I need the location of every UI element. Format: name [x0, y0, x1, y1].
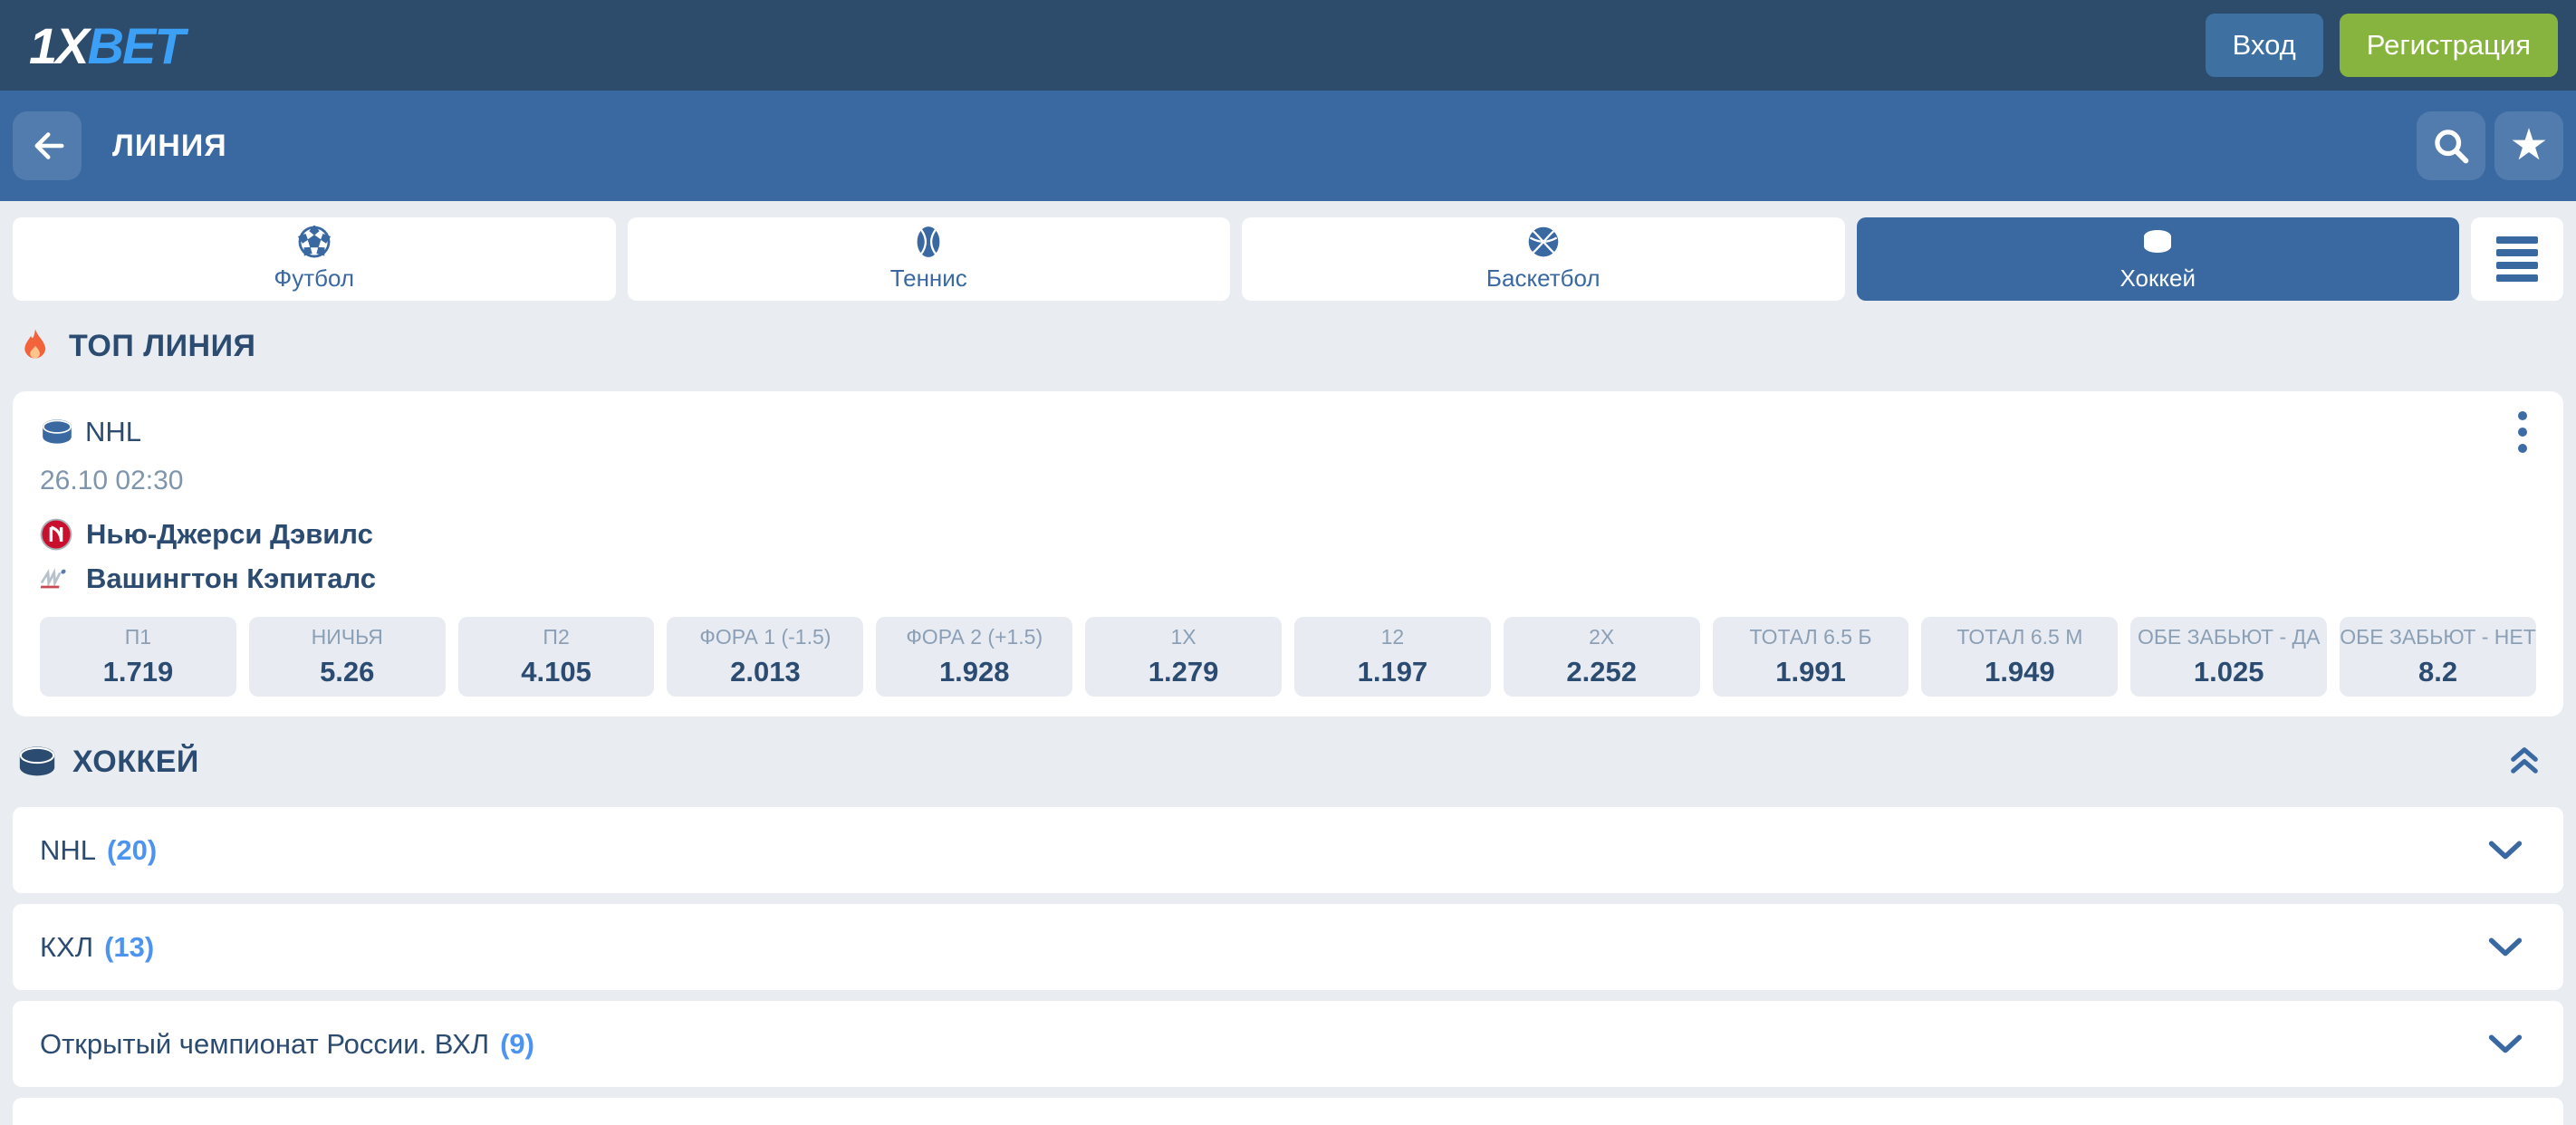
league-row-mhl[interactable]: Открытый чемпионат России. МХЛ (5)	[13, 1098, 2563, 1125]
tab-football[interactable]: Футбол	[13, 217, 616, 301]
tab-label: Теннис	[890, 264, 967, 293]
tennis-icon	[912, 226, 945, 258]
odd-button-p1[interactable]: П1 1.719	[40, 617, 236, 697]
back-arrow-icon	[29, 128, 65, 164]
league-row-nhl[interactable]: NHL (20)	[13, 807, 2563, 893]
odd-button-both-score-no[interactable]: ОБЕ ЗАБЬЮТ - НЕТ 8.2	[2340, 617, 2536, 697]
chevron-down-icon	[2487, 841, 2523, 861]
favorites-button[interactable]: ★	[2494, 111, 2563, 180]
hockey-section-title: ХОККЕЙ	[72, 745, 2502, 780]
odd-button-handicap2[interactable]: ФОРА 2 (+1.5) 1.928	[876, 617, 1072, 697]
logo-bet: BET	[88, 17, 184, 74]
team-name: Вашингтон Кэпиталс	[86, 562, 376, 595]
washington-capitals-logo	[40, 562, 72, 595]
nav-bar: ЛИНИЯ ★	[0, 91, 2576, 201]
star-icon: ★	[2509, 124, 2548, 168]
kebab-menu-icon	[2518, 411, 2527, 420]
top-line-title: ТОП ЛИНИЯ	[69, 329, 2560, 364]
logo-1x: 1X	[29, 17, 88, 74]
odd-button-total-under[interactable]: ТОТАЛ 6.5 М 1.949	[1921, 617, 2118, 697]
app-root: 1XBET Вход Регистрация ЛИНИЯ ★ Футбол	[0, 0, 2576, 1125]
match-card: NHL 26.10 02:30 Нью-Джерси Дэвилс Вашинг…	[13, 391, 2563, 716]
page-title: ЛИНИЯ	[112, 129, 2417, 164]
league-row-vhl[interactable]: Открытый чемпионат России. ВХЛ (9)	[13, 1001, 2563, 1087]
team-row-away[interactable]: Вашингтон Кэпиталс	[40, 562, 2536, 595]
odd-button-handicap1[interactable]: ФОРА 1 (-1.5) 2.013	[667, 617, 863, 697]
hamburger-menu-icon	[2496, 236, 2538, 282]
search-icon	[2432, 127, 2470, 165]
tab-label: Баскетбол	[1486, 264, 1600, 293]
login-button[interactable]: Вход	[2206, 14, 2323, 77]
match-menu-button[interactable]	[2509, 406, 2536, 458]
fire-icon	[16, 323, 54, 370]
brand-logo[interactable]: 1XBET	[29, 16, 184, 75]
chevron-down-icon	[2487, 1034, 2523, 1054]
odd-button-total-over[interactable]: ТОТАЛ 6.5 Б 1.991	[1713, 617, 1909, 697]
tab-hockey[interactable]: Хоккей	[1857, 217, 2460, 301]
team-row-home[interactable]: Нью-Джерси Дэвилс	[40, 518, 2536, 551]
back-button[interactable]	[13, 111, 82, 180]
league-list: NHL (20) КХЛ (13) Открытый чемпионат Рос…	[13, 807, 2563, 1125]
nav-actions: ★	[2417, 111, 2563, 180]
match-head: NHL	[40, 406, 2536, 458]
auth-actions: Вход Регистрация	[2206, 14, 2558, 77]
odds-row: П1 1.719 НИЧЬЯ 5.26 П2 4.105 ФОРА 1 (-1.…	[40, 617, 2536, 697]
odd-button-1x[interactable]: 1X 1.279	[1085, 617, 1282, 697]
football-icon	[298, 226, 331, 258]
hockey-section-header: ХОККЕЙ	[0, 716, 2576, 807]
match-league-name: NHL	[85, 416, 141, 448]
odd-button-2x[interactable]: 2X 2.252	[1504, 617, 1700, 697]
new-jersey-devils-logo	[40, 518, 72, 551]
tab-tennis[interactable]: Теннис	[628, 217, 1231, 301]
double-chevron-up-icon	[2507, 744, 2542, 778]
odd-button-draw[interactable]: НИЧЬЯ 5.26	[249, 617, 446, 697]
match-league: NHL	[40, 416, 141, 448]
top-bar: 1XBET Вход Регистрация	[0, 0, 2576, 91]
basketball-icon	[1527, 226, 1560, 258]
odd-button-12[interactable]: 12 1.197	[1294, 617, 1491, 697]
league-row-khl[interactable]: КХЛ (13)	[13, 904, 2563, 990]
match-datetime: 26.10 02:30	[40, 466, 2536, 496]
top-line-header: ТОП ЛИНИЯ	[0, 301, 2576, 391]
team-name: Нью-Джерси Дэвилс	[86, 518, 373, 551]
tab-label: Футбол	[274, 264, 354, 293]
odd-button-both-score-yes[interactable]: ОБЕ ЗАБЬЮТ - ДА 1.025	[2130, 617, 2327, 697]
register-button[interactable]: Регистрация	[2340, 14, 2558, 77]
sports-menu-button[interactable]	[2471, 217, 2563, 301]
tab-label: Хоккей	[2119, 264, 2196, 293]
collapse-all-button[interactable]	[2502, 738, 2547, 786]
hockey-puck-icon	[2141, 226, 2174, 258]
chevron-down-icon	[2487, 938, 2523, 957]
match-teams: Нью-Джерси Дэвилс Вашингтон Кэпиталс	[40, 518, 2536, 595]
tab-basketball[interactable]: Баскетбол	[1242, 217, 1845, 301]
hockey-puck-icon	[40, 418, 74, 447]
hockey-puck-icon	[16, 744, 58, 780]
search-button[interactable]	[2417, 111, 2485, 180]
odd-button-p2[interactable]: П2 4.105	[458, 617, 655, 697]
sports-tabs: Футбол Теннис Баскетбол Хоккей	[13, 217, 2563, 301]
